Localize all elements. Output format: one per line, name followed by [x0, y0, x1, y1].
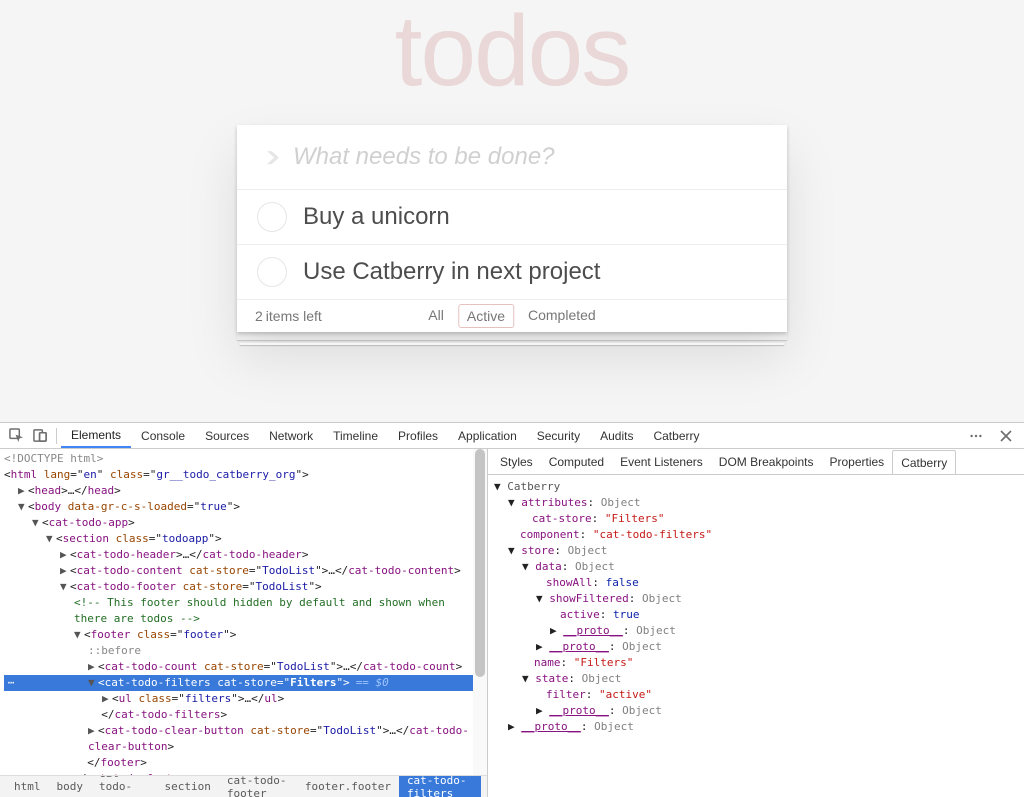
items-left-text: items left [266, 308, 322, 324]
todo-checkbox[interactable] [257, 202, 287, 232]
crumb-footer[interactable]: footer.footer [297, 778, 399, 795]
filter-active[interactable]: Active [458, 304, 514, 328]
new-todo-input[interactable] [293, 137, 771, 177]
tab-timeline[interactable]: Timeline [323, 423, 388, 448]
tab-sources[interactable]: Sources [195, 423, 259, 448]
tab-catberry[interactable]: Catberry [643, 423, 709, 448]
crumb-section[interactable]: section [157, 778, 219, 795]
tab-application[interactable]: Application [448, 423, 527, 448]
todo-label: Buy a unicorn [303, 203, 450, 231]
tab-audits[interactable]: Audits [590, 423, 643, 448]
app-title: todos [0, 0, 1024, 109]
crumb-footer-comp[interactable]: cat-todo-footer [219, 775, 297, 797]
device-toolbar-icon[interactable] [28, 424, 52, 448]
filter-list: All Active Completed [420, 304, 603, 328]
todo-list: Buy a unicorn Use Catberry in next proje… [237, 190, 787, 300]
app-viewport: todos ❯ Buy a unicorn Use Catberry in ne… [0, 0, 1024, 422]
crumb-html[interactable]: html [6, 778, 49, 795]
todo-item[interactable]: Use Catberry in next project [237, 245, 787, 300]
tab-elements[interactable]: Elements [61, 423, 131, 448]
more-icon[interactable] [964, 424, 988, 448]
breadcrumb: html body cat-todo-app section cat-todo-… [0, 775, 487, 797]
devtools-toolbar: Elements Console Sources Network Timelin… [0, 423, 1024, 449]
side-tab-styles[interactable]: Styles [492, 449, 541, 474]
side-tab-computed[interactable]: Computed [541, 449, 612, 474]
filter-completed[interactable]: Completed [520, 304, 604, 328]
tab-console[interactable]: Console [131, 423, 195, 448]
tab-profiles[interactable]: Profiles [388, 423, 448, 448]
filter-all[interactable]: All [420, 304, 452, 328]
side-tab-dom-breakpoints[interactable]: DOM Breakpoints [711, 449, 822, 474]
todo-item[interactable]: Buy a unicorn [237, 190, 787, 245]
tab-security[interactable]: Security [527, 423, 590, 448]
sidebar-tabs: Styles Computed Event Listeners DOM Brea… [488, 449, 1024, 475]
todo-label: Use Catberry in next project [303, 258, 600, 286]
inspect-element-icon[interactable] [4, 424, 28, 448]
crumb-filters[interactable]: cat-todo-filters [399, 775, 481, 797]
dom-tree[interactable]: <!DOCTYPE html> <html lang="en" class="g… [0, 449, 487, 775]
elements-panel: <!DOCTYPE html> <html lang="en" class="g… [0, 449, 488, 797]
toggle-all-chevron-icon[interactable]: ❯ [253, 149, 293, 165]
devtools: Elements Console Sources Network Timelin… [0, 422, 1024, 797]
side-tab-catberry[interactable]: Catberry [892, 450, 956, 475]
todo-card: ❯ Buy a unicorn Use Catberry in next pro… [237, 125, 787, 332]
side-tab-event-listeners[interactable]: Event Listeners [612, 449, 711, 474]
tab-network[interactable]: Network [259, 423, 323, 448]
crumb-app[interactable]: cat-todo-app [91, 775, 157, 797]
dom-selected-node[interactable]: ⋯ ▼<cat-todo-filters cat-store="Filters"… [4, 675, 487, 691]
todo-footer: 2 items left All Active Completed [237, 300, 787, 332]
sidebar-panel: Styles Computed Event Listeners DOM Brea… [488, 449, 1024, 797]
crumb-body[interactable]: body [49, 778, 92, 795]
todo-checkbox[interactable] [257, 257, 287, 287]
dom-scrollbar[interactable] [473, 449, 487, 775]
side-tab-properties[interactable]: Properties [821, 449, 892, 474]
items-left-count: 2 [255, 308, 263, 324]
devtools-main-tabs: Elements Console Sources Network Timelin… [61, 423, 709, 448]
close-icon[interactable] [994, 424, 1018, 448]
catberry-props-panel[interactable]: ▼ Catberry ▼ attributes: Object cat-stor… [488, 475, 1024, 797]
new-todo-row: ❯ [237, 125, 787, 190]
